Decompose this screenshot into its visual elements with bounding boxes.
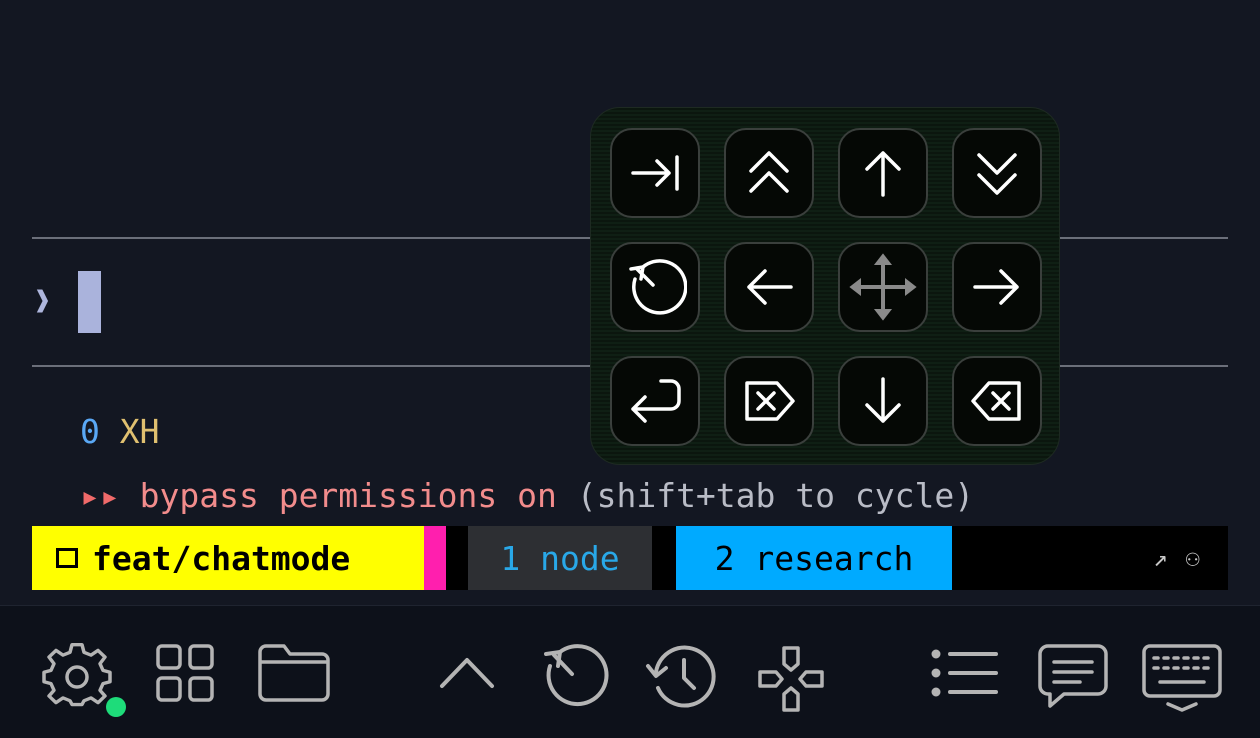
- separator: [446, 526, 468, 590]
- tmux-window-node[interactable]: 1 node: [468, 526, 652, 590]
- arrow-left-icon: [747, 269, 793, 305]
- branch-icon: [56, 548, 78, 568]
- move-key[interactable]: [838, 242, 928, 332]
- enter-icon: [631, 379, 681, 423]
- arrow-down-icon: [865, 377, 901, 423]
- branch-segment[interactable]: feat/chatmode: [32, 526, 424, 590]
- arrow-up-icon: [865, 151, 901, 197]
- status-right: ↗ ⚇: [952, 526, 1228, 590]
- undo-button[interactable]: [540, 642, 610, 712]
- page-up-key[interactable]: [724, 128, 814, 218]
- undo-key[interactable]: [610, 242, 700, 332]
- expand-icon[interactable]: ↗: [1153, 544, 1167, 572]
- windows-button[interactable]: [154, 642, 216, 704]
- status-number: 0: [80, 412, 100, 451]
- bypass-hint: (shift+tab to cycle): [556, 476, 975, 515]
- grid-icon: [156, 644, 214, 702]
- history-icon: [646, 645, 716, 708]
- settings-button[interactable]: [42, 642, 112, 712]
- prompt-glyph: ❱: [34, 284, 51, 317]
- gear-icon: [42, 643, 112, 707]
- backspace-key[interactable]: [952, 356, 1042, 446]
- separator: [652, 526, 676, 590]
- chat-button[interactable]: [1036, 642, 1110, 712]
- chevron-up-icon: [440, 658, 494, 688]
- status-line: 0 XH: [80, 412, 160, 451]
- gamepad-icon: [758, 646, 824, 712]
- page-down-key[interactable]: [952, 128, 1042, 218]
- scroll-up-button[interactable]: [436, 642, 498, 704]
- list-icon: [931, 649, 998, 697]
- backspace-icon: [971, 381, 1021, 421]
- arrow-right-key[interactable]: [952, 242, 1042, 332]
- undo-icon: [629, 259, 687, 315]
- keyboard-button[interactable]: [1140, 642, 1224, 714]
- arrow-right-icon: [973, 269, 1019, 305]
- branch-name: feat/chatmode: [92, 538, 351, 578]
- page-up-icon: [749, 151, 789, 193]
- arrow-left-key[interactable]: [724, 242, 814, 332]
- files-button[interactable]: [256, 642, 332, 704]
- bottom-toolbar: [0, 605, 1260, 738]
- tmux-window-research[interactable]: 2 research: [676, 526, 952, 590]
- tab-icon: [631, 155, 679, 191]
- tmux-status-bar: feat/chatmode 1 node 2 research ↗ ⚇: [32, 526, 1228, 590]
- floating-keypad: [590, 107, 1060, 465]
- move-icon: [849, 253, 917, 321]
- bypass-permissions-line: ▸▸ bypass permissions on (shift+tab to c…: [80, 476, 974, 515]
- text-cursor: [78, 271, 101, 333]
- status-code: XH: [119, 412, 160, 451]
- tab-key[interactable]: [610, 128, 700, 218]
- pink-separator: [424, 526, 446, 590]
- arrow-up-key[interactable]: [838, 128, 928, 218]
- enter-key[interactable]: [610, 356, 700, 446]
- keyboard-icon: [1142, 644, 1222, 712]
- connection-status-dot: [106, 697, 126, 717]
- delete-key[interactable]: [724, 356, 814, 446]
- page-down-icon: [977, 153, 1017, 195]
- history-button[interactable]: [644, 642, 718, 712]
- face-icon: ⚇: [1185, 544, 1200, 572]
- list-button[interactable]: [930, 642, 1000, 704]
- bypass-text: bypass permissions on: [139, 476, 557, 515]
- bypass-arrows: ▸▸: [80, 476, 120, 515]
- chat-icon: [1038, 644, 1108, 708]
- arrow-down-key[interactable]: [838, 356, 928, 446]
- gamepad-button[interactable]: [754, 642, 828, 716]
- delete-icon: [745, 381, 795, 421]
- undo-icon: [544, 644, 609, 707]
- folder-icon: [258, 644, 330, 702]
